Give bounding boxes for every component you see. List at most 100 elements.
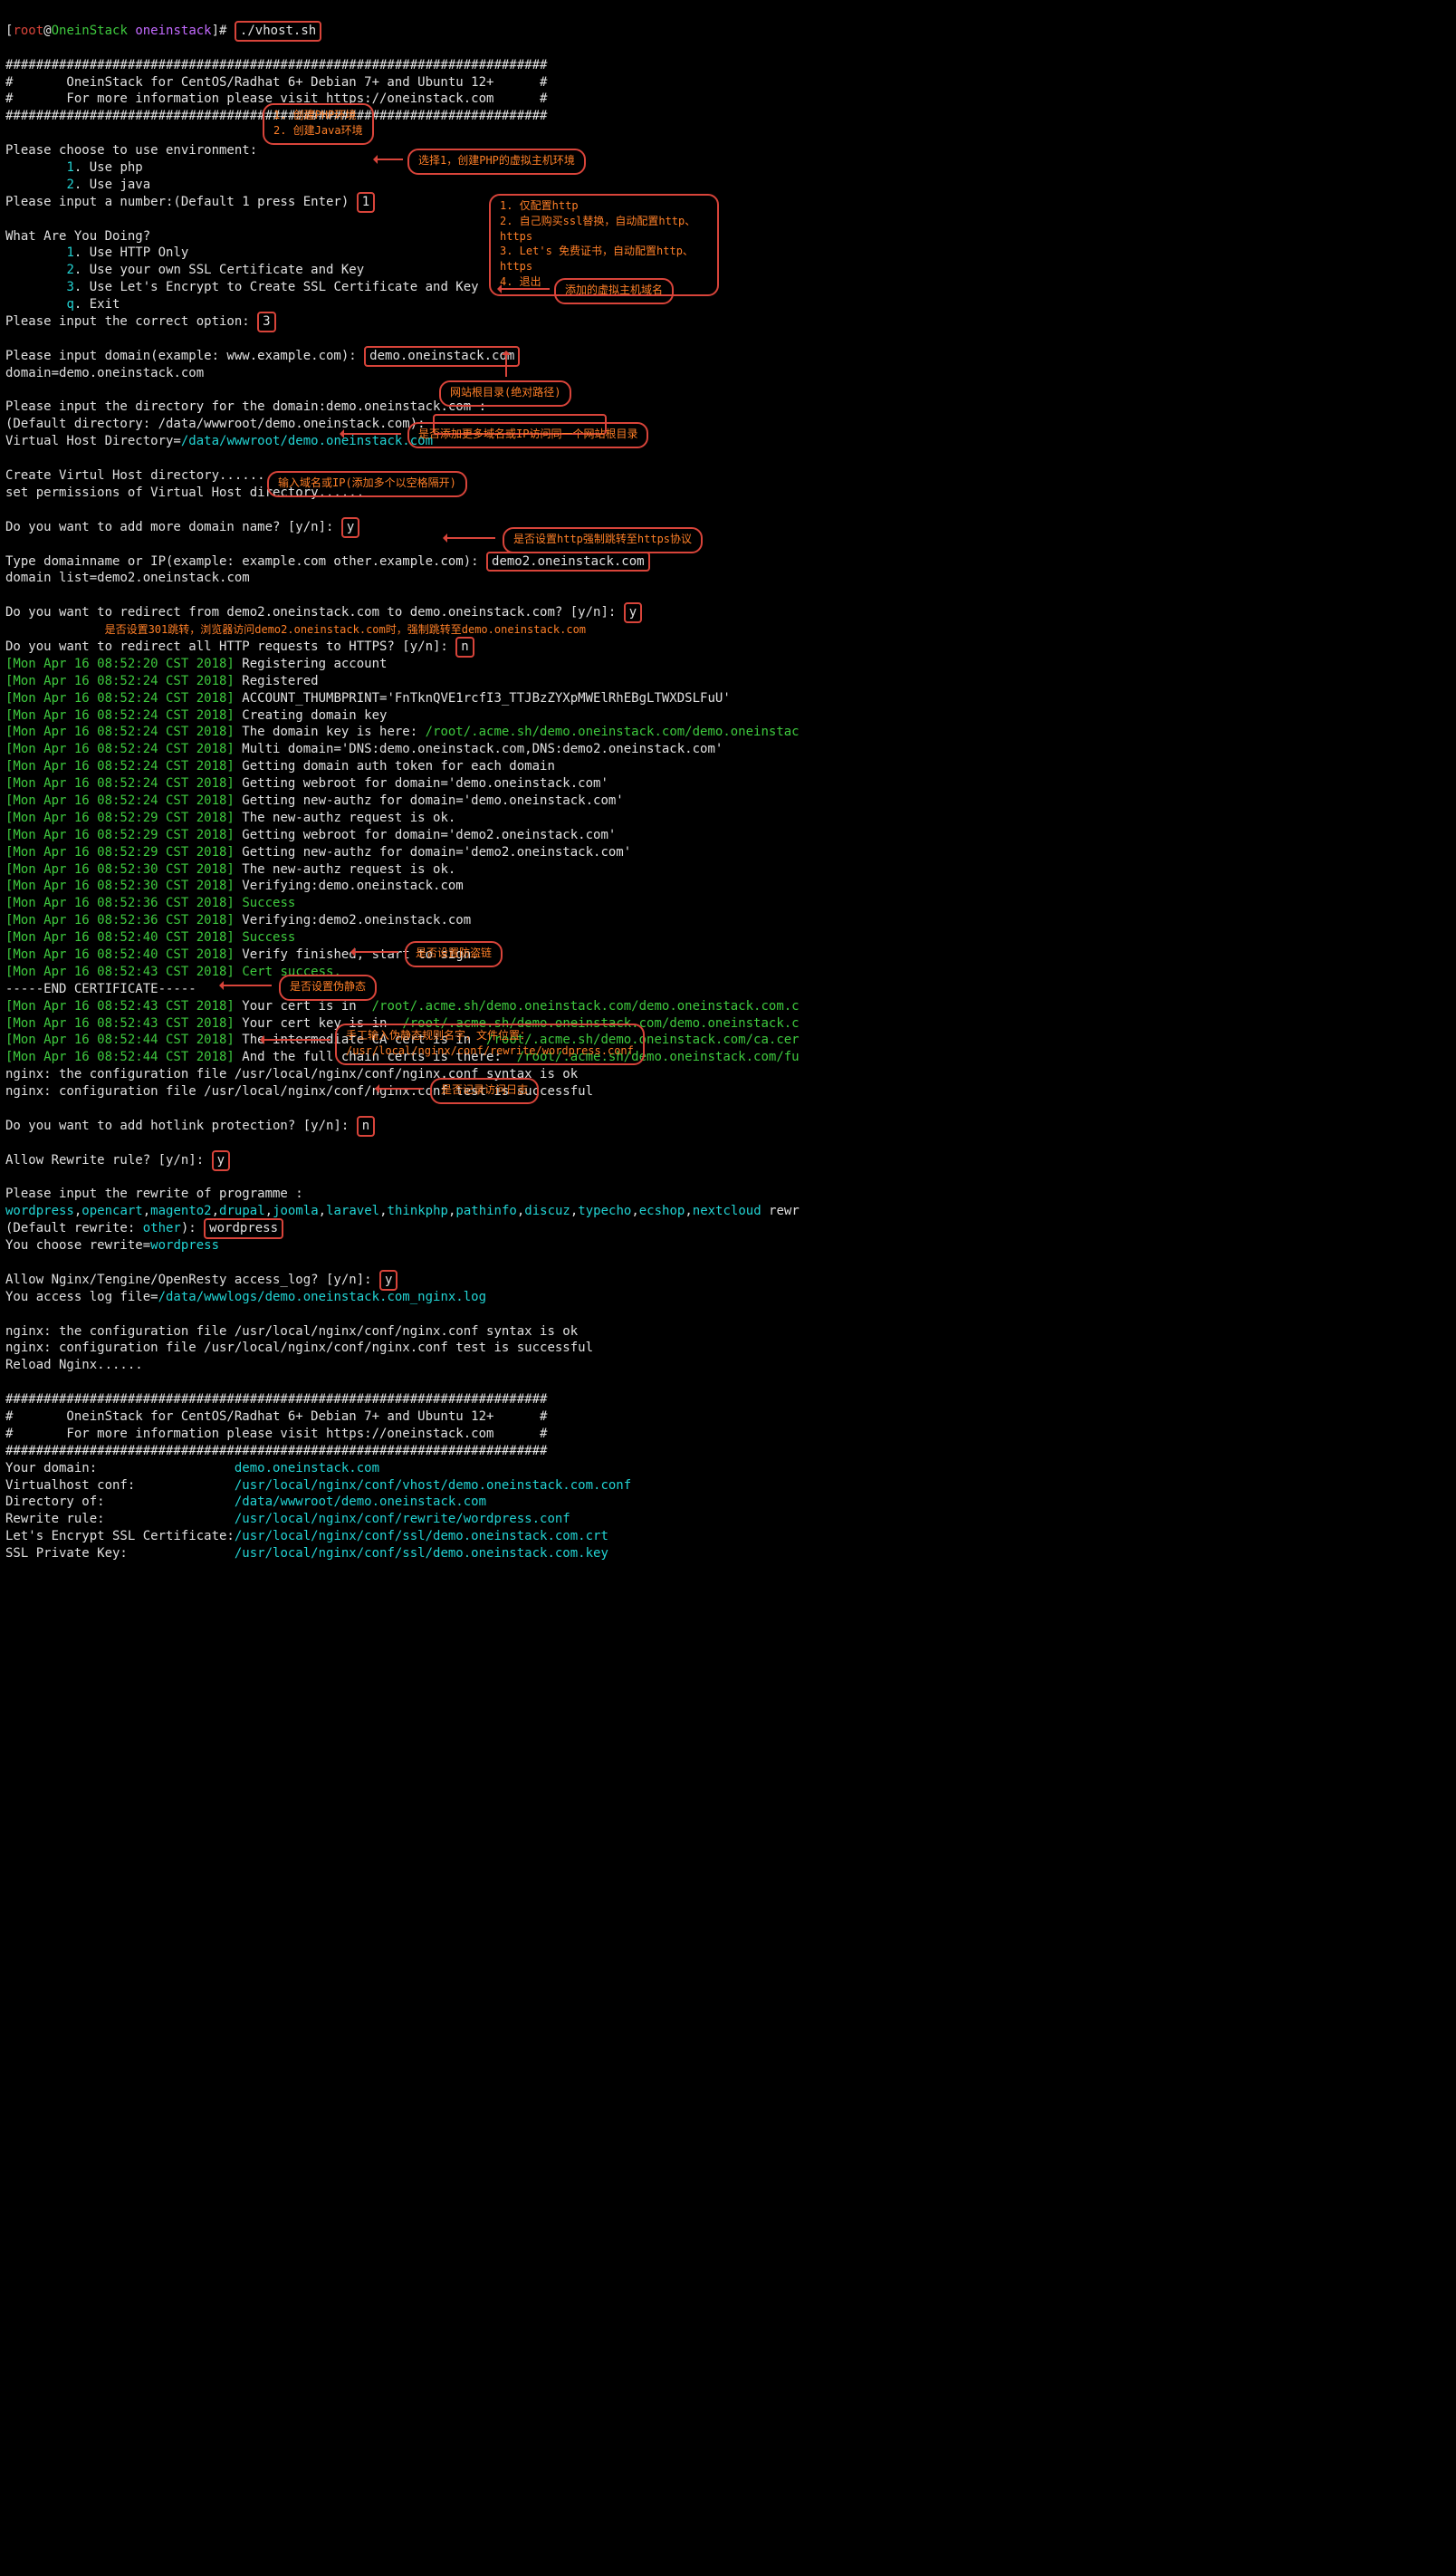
log-ts: [Mon Apr 16 08:52:43 CST 2018]	[5, 1016, 235, 1031]
rewrite-option: nextcloud	[693, 1204, 762, 1218]
note-rewrite: 是否设置伪静态	[279, 975, 377, 1001]
env-prompt: Please choose to use environment:	[5, 143, 257, 158]
arrow-icon	[500, 288, 550, 290]
summary-val: demo.oneinstack.com	[235, 1461, 379, 1475]
summary-key: SSL Private Key:	[5, 1546, 235, 1561]
accesslog-file: You access log file=	[5, 1290, 158, 1304]
log-ts: [Mon Apr 16 08:52:24 CST 2018]	[5, 725, 235, 739]
log-text: Verifying:demo2.oneinstack.com	[235, 913, 471, 928]
menu-label: . Use your own SSL Certificate and Key	[74, 263, 364, 277]
log-ts: [Mon Apr 16 08:52:24 CST 2018]	[5, 674, 235, 688]
rewrite-option: thinkphp	[388, 1204, 448, 1218]
accesslog-label: Allow Nginx/Tengine/OpenResty access_log…	[5, 1273, 379, 1287]
note-accesslog: 是否记录访问日志	[430, 1078, 539, 1104]
log-ts: [Mon Apr 16 08:52:24 CST 2018]	[5, 708, 235, 723]
prompt: [root@OneinStack oneinstack]#	[5, 24, 235, 38]
arrow-icon	[263, 1039, 330, 1041]
hotlink-input[interactable]: n	[357, 1116, 375, 1137]
note-https: 是否设置http强制跳转至https协议	[503, 527, 703, 553]
log-text: Registering account	[235, 657, 388, 671]
log-text: Getting domain auth token for each domai…	[235, 759, 555, 774]
rewrite-option: opencart	[81, 1204, 142, 1218]
terminal-output: [root@OneinStack oneinstack]# ./vhost.sh…	[0, 0, 1456, 2145]
option-input[interactable]: 3	[257, 312, 275, 332]
note-301: 是否设置301跳转，浏览器访问demo2.oneinstack.com时，强制跳…	[105, 623, 586, 636]
menu-number: 1	[66, 160, 73, 175]
banner-bar: ########################################…	[5, 58, 547, 72]
log-ts: [Mon Apr 16 08:52:24 CST 2018]	[5, 793, 235, 808]
acme-log: [Mon Apr 16 08:52:20 CST 2018] Registeri…	[5, 656, 1451, 981]
menu-number: 3	[66, 280, 73, 294]
log-ts: [Mon Apr 16 08:52:44 CST 2018]	[5, 1033, 235, 1047]
summary-key: Let's Encrypt SSL Certificate:	[5, 1529, 235, 1543]
log-ts: [Mon Apr 16 08:52:43 CST 2018]	[5, 999, 235, 1014]
more-domain-input[interactable]: y	[341, 517, 359, 538]
summary-key: Directory of:	[5, 1495, 235, 1509]
https-redirect-input[interactable]: n	[455, 637, 474, 658]
summary-key: Your domain:	[5, 1461, 235, 1475]
log-ts: [Mon Apr 16 08:52:36 CST 2018]	[5, 913, 235, 928]
log-text: The new-authz request is ok.	[235, 862, 455, 877]
menu-number: 2	[66, 263, 73, 277]
banner-bar: ########################################…	[5, 1444, 547, 1458]
note-hotlink: 是否设置防盗链	[405, 941, 503, 967]
menu-label: . Exit	[74, 297, 120, 312]
dir-label: Please input the directory for the domai…	[5, 399, 326, 414]
redirect-label: Do you want to redirect from demo2.onein…	[5, 605, 624, 620]
rewrite-option: laravel	[326, 1204, 379, 1218]
summary-val: /data/wwwroot/demo.oneinstack.com	[235, 1495, 486, 1509]
note-root: 网站根目录(绝对路径)	[439, 380, 571, 407]
menu-label: . Use Let's Encrypt to Create SSL Certif…	[74, 280, 479, 294]
redirect-input[interactable]: y	[624, 602, 642, 623]
dir-default: (Default directory: /data/wwwroot/demo.o…	[5, 417, 433, 431]
menu-number: q	[66, 297, 73, 312]
log-ok: Success	[242, 930, 295, 945]
log-text: The domain key is here:	[235, 725, 426, 739]
rewrite-option: magento2	[150, 1204, 211, 1218]
note-env: 1. 创建PHP环境2. 创建Java环境	[263, 103, 374, 145]
log-text: Registered	[235, 674, 319, 688]
note-env-select: 选择1，创建PHP的虚拟主机环境	[407, 149, 586, 175]
log-ts: [Mon Apr 16 08:52:30 CST 2018]	[5, 879, 235, 893]
command-input[interactable]: ./vhost.sh	[235, 21, 321, 42]
banner-line: # For more information please visit http…	[5, 1427, 547, 1441]
banner-line: # OneinStack for CentOS/Radhat 6+ Debian…	[5, 1409, 547, 1424]
domain-input-label: Please input domain(example: www.example…	[5, 349, 364, 363]
rewrite-input[interactable]: y	[212, 1150, 230, 1171]
arrow-icon	[222, 985, 272, 986]
note-domain: 添加的虚拟主机域名	[554, 278, 674, 304]
rewrite-option: joomla	[273, 1204, 319, 1218]
menu-label: . Use java	[74, 178, 150, 192]
rewrite-option: typecho	[578, 1204, 631, 1218]
log-ts: [Mon Apr 16 08:52:24 CST 2018]	[5, 691, 235, 706]
log-ts: [Mon Apr 16 08:52:44 CST 2018]	[5, 1050, 235, 1064]
log-ts: [Mon Apr 16 08:52:24 CST 2018]	[5, 759, 235, 774]
nginx-test: nginx: configuration file /usr/local/ngi…	[5, 1341, 593, 1355]
doing-label: What Are You Doing?	[5, 229, 150, 244]
nginx-syntax: nginx: the configuration file /usr/local…	[5, 1324, 578, 1339]
option-input-label: Please input the correct option:	[5, 314, 257, 329]
log-text: Getting webroot for domain='demo.oneinst…	[235, 776, 608, 791]
menu-number: 1	[66, 245, 73, 260]
summary-val: /usr/local/nginx/conf/vhost/demo.oneinst…	[235, 1478, 631, 1493]
banner-bar: ########################################…	[5, 1392, 547, 1407]
log-ts: [Mon Apr 16 08:52:30 CST 2018]	[5, 862, 235, 877]
rewrite-option: drupal	[219, 1204, 265, 1218]
extra-domain-input[interactable]: demo2.oneinstack.com	[486, 552, 650, 572]
summary-val: /usr/local/nginx/conf/rewrite/wordpress.…	[235, 1512, 570, 1526]
log-text: Verifying:demo.oneinstack.com	[235, 879, 464, 893]
log-ok: Success	[242, 896, 295, 910]
log-ts: [Mon Apr 16 08:52:36 CST 2018]	[5, 896, 235, 910]
domain-input[interactable]: demo.oneinstack.com	[364, 346, 520, 367]
env-input-label: Please input a number:(Default 1 press E…	[5, 195, 357, 209]
log-ok: /root/.acme.sh/demo.oneinstack.com/demo.…	[426, 725, 800, 739]
rewrite-name-input[interactable]: wordpress	[204, 1218, 283, 1239]
accesslog-input[interactable]: y	[379, 1270, 398, 1291]
log-ts: [Mon Apr 16 08:52:20 CST 2018]	[5, 657, 235, 671]
rewrite-option: discuz	[524, 1204, 570, 1218]
rewrite-label: Allow Rewrite rule? [y/n]:	[5, 1153, 212, 1168]
summary-val: /usr/local/nginx/conf/ssl/demo.oneinstac…	[235, 1529, 608, 1543]
arrow-icon	[342, 433, 401, 435]
log-text: The new-authz request is ok.	[235, 811, 455, 825]
env-input[interactable]: 1	[357, 192, 375, 213]
